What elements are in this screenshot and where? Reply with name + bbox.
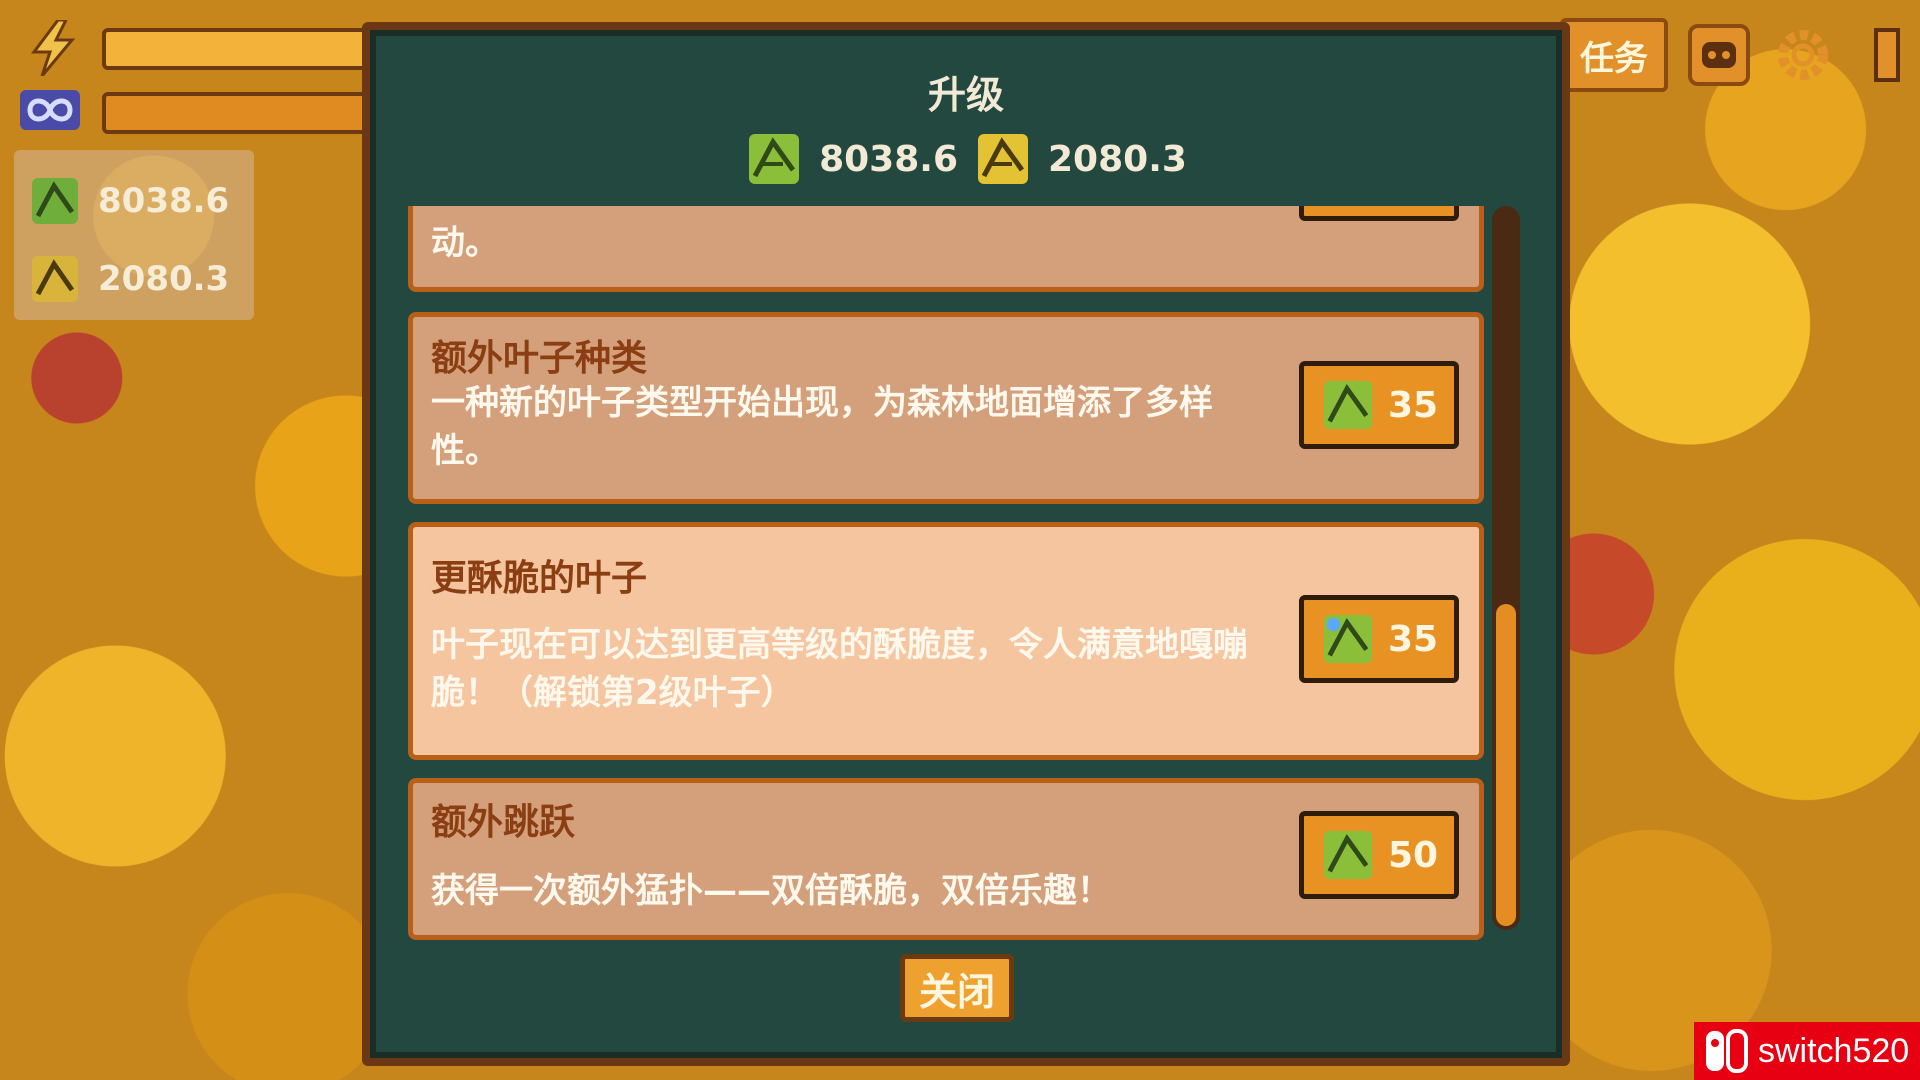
upgrade-description: 动。 bbox=[431, 223, 499, 263]
upgrade-card-selected: 更酥脆的叶子 叶子现在可以达到更高等级的酥脆度，令人满意地嘎嘣脆！（解锁第2级叶… bbox=[408, 522, 1484, 760]
green-leaf-icon bbox=[1323, 830, 1373, 880]
upgrade-buy-button[interactable]: 50 bbox=[1299, 811, 1459, 899]
upgrade-list[interactable]: 动。 额外叶子种类 一种新的叶子类型开始出现，为森林地面增添了多样性。 35 更… bbox=[408, 206, 1484, 962]
upgrade-title: 更酥脆的叶子 bbox=[431, 558, 648, 599]
gold-leaf-icon bbox=[978, 134, 1028, 184]
upgrade-card: 动。 bbox=[408, 206, 1484, 292]
green-leaf-icon bbox=[1323, 380, 1373, 430]
upgrade-buy-button[interactable]: 35 bbox=[1299, 361, 1459, 449]
upgrade-card: 额外跳跃 获得一次额外猛扑——双倍酥脆，双倍乐趣！ 50 bbox=[408, 778, 1484, 940]
resource-row-gold: 2080.3 bbox=[26, 250, 229, 308]
currency-value-gold: 2080.3 bbox=[1048, 138, 1187, 180]
watermark: switch520 bbox=[1694, 1022, 1920, 1080]
upgrade-price: 35 bbox=[1387, 618, 1439, 660]
dialog-title: 升级 bbox=[927, 73, 1004, 117]
green-leaf-icon bbox=[32, 178, 78, 224]
resource-value-gold: 2080.3 bbox=[98, 259, 230, 299]
watermark-text: switch520 bbox=[1758, 1031, 1910, 1070]
gear-icon bbox=[1778, 30, 1828, 80]
upgrade-dialog: 升级 8038.6 2080.3 动。 额外叶子种类 一种新的叶子类型开始出现，… bbox=[362, 22, 1570, 1066]
hud-right: 任务 bbox=[1560, 18, 1920, 92]
scrollbar-track[interactable] bbox=[1492, 206, 1520, 930]
upgrade-price: 50 bbox=[1387, 834, 1439, 876]
exit-button[interactable] bbox=[1854, 22, 1920, 88]
upgrade-description: 获得一次额外猛扑——双倍酥脆，双倍乐趣！ bbox=[431, 871, 1111, 911]
settings-button[interactable] bbox=[1770, 22, 1836, 88]
upgrade-title: 额外叶子种类 bbox=[431, 338, 648, 379]
currency-row: 8038.6 2080.3 bbox=[370, 130, 1562, 188]
upgrade-description: 一种新的叶子类型开始出现，为森林地面增添了多样性。 bbox=[431, 383, 1213, 471]
infinity-icon bbox=[20, 90, 80, 130]
close-button[interactable]: 关闭 bbox=[900, 954, 1014, 1022]
green-leaf-icon bbox=[1323, 614, 1373, 664]
resource-row-green: 8038.6 bbox=[26, 172, 229, 230]
discord-button[interactable] bbox=[1686, 22, 1752, 88]
energy-bolt-icon bbox=[31, 20, 76, 76]
upgrade-buy-button[interactable]: 35 bbox=[1299, 595, 1459, 683]
quest-button[interactable]: 任务 bbox=[1560, 18, 1668, 92]
discord-icon bbox=[1688, 24, 1750, 86]
resource-panel: 8038.6 2080.3 bbox=[14, 150, 254, 320]
green-leaf-icon bbox=[749, 134, 800, 184]
upgrade-description: 叶子现在可以达到更高等级的酥脆度，令人满意地嘎嘣脆！（解锁第2级叶子） bbox=[431, 625, 1247, 713]
currency-value-green: 8038.6 bbox=[819, 138, 958, 180]
upgrade-buy-button[interactable] bbox=[1299, 206, 1459, 221]
switch-logo-icon bbox=[1706, 1029, 1748, 1073]
upgrade-card: 额外叶子种类 一种新的叶子类型开始出现，为森林地面增添了多样性。 35 bbox=[408, 312, 1484, 504]
upgrade-price: 35 bbox=[1387, 384, 1439, 426]
scrollbar-thumb[interactable] bbox=[1496, 604, 1516, 926]
gold-leaf-icon bbox=[32, 256, 78, 302]
resource-value-green: 8038.6 bbox=[98, 181, 230, 221]
exit-door-icon bbox=[1874, 28, 1900, 82]
upgrade-title: 额外跳跃 bbox=[431, 802, 576, 843]
